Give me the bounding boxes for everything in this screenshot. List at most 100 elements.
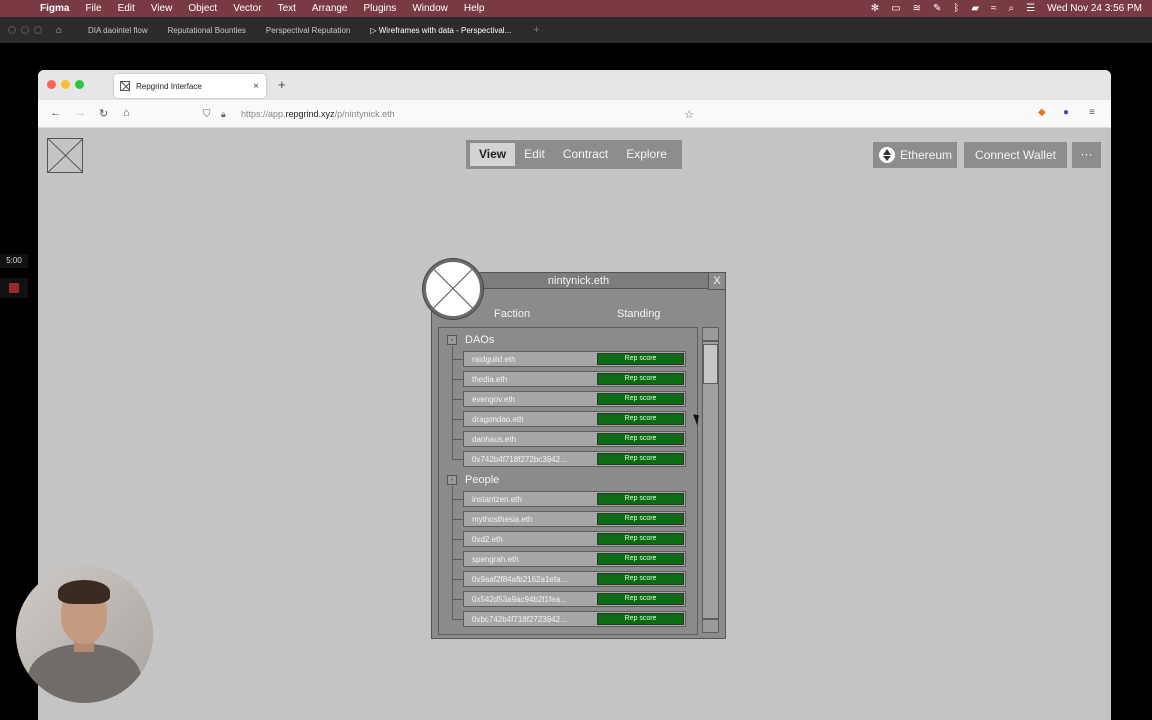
avatar-placeholder-icon[interactable] xyxy=(423,259,483,319)
faction-name: instantzen.eth xyxy=(472,494,522,504)
nav-contract[interactable]: Contract xyxy=(554,143,617,166)
rep-score-button[interactable]: Rep score xyxy=(597,593,684,605)
figma-tab[interactable]: DIA daointel flow xyxy=(88,26,148,35)
nav-edit[interactable]: Edit xyxy=(515,143,554,166)
rep-score-button[interactable]: Rep score xyxy=(597,553,684,565)
list-item[interactable]: 0xbc742b4f718f2723942... Rep score xyxy=(453,611,686,627)
list-item[interactable]: 0x9aaf2f84afb2162a1efa... Rep score xyxy=(453,571,686,587)
list-item[interactable]: dragondao.eth Rep score xyxy=(453,411,686,427)
menu-object[interactable]: Object xyxy=(188,3,217,14)
browser-tab-title: Repgrind Interface xyxy=(136,81,202,91)
faction-list: - DAOs raidguild.eth Rep score thedia.et… xyxy=(438,327,698,635)
stack-icon[interactable]: ≋ xyxy=(913,3,921,14)
menu-text[interactable]: Text xyxy=(278,3,296,14)
clock[interactable]: Wed Nov 24 3:56 PM xyxy=(1047,3,1142,14)
minimize-window-button[interactable] xyxy=(61,80,70,89)
faction-name: thedia.eth xyxy=(472,374,508,384)
menu-edit[interactable]: Edit xyxy=(118,3,135,14)
menu-window[interactable]: Window xyxy=(412,3,448,14)
new-tab-button[interactable]: + xyxy=(278,77,286,92)
collapse-toggle[interactable]: - xyxy=(447,475,457,485)
standing-column-header: Standing xyxy=(617,308,661,320)
list-item[interactable]: mythosthesia.eth Rep score xyxy=(453,511,686,527)
list-item[interactable]: thedia.eth Rep score xyxy=(453,371,686,387)
rep-score-button[interactable]: Rep score xyxy=(597,373,684,385)
list-item[interactable]: instantzen.eth Rep score xyxy=(453,491,686,507)
group-label: People xyxy=(465,474,500,486)
rep-score-button[interactable]: Rep score xyxy=(597,493,684,505)
list-item[interactable]: 0x542d53a9ac94b2f1fea... Rep score xyxy=(453,591,686,607)
pen-icon[interactable]: ✎ xyxy=(933,3,941,14)
faction-column-header: Faction xyxy=(494,308,531,320)
menu-view[interactable]: View xyxy=(151,3,173,14)
nav-explore[interactable]: Explore xyxy=(617,143,676,166)
webcam-overlay xyxy=(16,566,153,703)
menu-arrange[interactable]: Arrange xyxy=(312,3,348,14)
list-item[interactable]: spengrah.eth Rep score xyxy=(453,551,686,567)
reload-icon[interactable]: ↻ xyxy=(99,107,108,120)
bluetooth-icon[interactable]: ᛒ xyxy=(953,3,959,14)
network-button[interactable]: Ethereum xyxy=(873,142,957,168)
shield-icon[interactable]: ⛉ xyxy=(203,109,213,120)
list-item[interactable]: 0xd2.eth Rep score xyxy=(453,531,686,547)
rep-score-button[interactable]: Rep score xyxy=(597,453,684,465)
more-options-button[interactable]: ··· xyxy=(1072,142,1101,168)
hamburger-menu-icon[interactable]: ≡ xyxy=(1089,107,1095,118)
rep-score-button[interactable]: Rep score xyxy=(597,533,684,545)
faction-name: mythosthesia.eth xyxy=(472,514,533,524)
bookmark-star-icon[interactable]: ☆ xyxy=(684,108,694,121)
home-icon[interactable]: ⌂ xyxy=(123,107,130,119)
figma-new-tab-button[interactable]: + xyxy=(533,24,539,36)
menu-help[interactable]: Help xyxy=(464,3,485,14)
control-center-icon[interactable]: ☰ xyxy=(1026,3,1035,14)
menu-plugins[interactable]: Plugins xyxy=(364,3,397,14)
address-bar[interactable]: ⛉ 🔒︎ https://app.repgrind.xyz/p/nintynic… xyxy=(200,103,700,125)
zoom-window-button[interactable] xyxy=(75,80,84,89)
list-item[interactable]: 0x742b4f718f272bc3942... Rep score xyxy=(453,451,686,467)
rep-score-button[interactable]: Rep score xyxy=(597,393,684,405)
metamask-icon[interactable]: ◆ xyxy=(1038,107,1046,118)
list-item[interactable]: daohaus.eth Rep score xyxy=(453,431,686,447)
screen-icon[interactable]: ▭ xyxy=(891,3,900,14)
extension-icon[interactable]: ● xyxy=(1063,107,1069,118)
forward-icon[interactable]: → xyxy=(75,107,86,119)
figma-tab-active[interactable]: ▷ Wireframes with data - Perspectival... xyxy=(370,26,511,35)
close-modal-button[interactable]: X xyxy=(708,273,725,290)
list-item[interactable]: raidguild.eth Rep score xyxy=(453,351,686,367)
list-scrollbar[interactable] xyxy=(702,327,719,635)
rep-score-button[interactable]: Rep score xyxy=(597,413,684,425)
rep-score-button[interactable]: Rep score xyxy=(597,353,684,365)
figma-tab[interactable]: Reputational Bounties xyxy=(168,26,246,35)
scroll-track[interactable] xyxy=(702,341,719,619)
scroll-down-button[interactable] xyxy=(702,619,719,633)
lock-icon[interactable]: 🔒︎ xyxy=(221,109,231,120)
menu-figma[interactable]: Figma xyxy=(40,3,69,14)
faction-name: 0x542d53a9ac94b2f1fea... xyxy=(472,594,567,604)
menu-vector[interactable]: Vector xyxy=(233,3,261,14)
list-item[interactable]: evengov.eth Rep score xyxy=(453,391,686,407)
scroll-thumb[interactable] xyxy=(703,344,718,384)
rep-score-button[interactable]: Rep score xyxy=(597,573,684,585)
close-window-button[interactable] xyxy=(47,80,56,89)
menu-file[interactable]: File xyxy=(85,3,101,14)
stop-recording-button[interactable] xyxy=(0,278,28,298)
collapse-toggle[interactable]: - xyxy=(447,335,457,345)
battery-icon[interactable]: ▰ xyxy=(971,3,979,14)
connect-wallet-button[interactable]: Connect Wallet xyxy=(964,142,1067,168)
figma-tab[interactable]: Perspectival Reputation xyxy=(266,26,351,35)
faction-name: spengrah.eth xyxy=(472,554,519,564)
rep-score-button[interactable]: Rep score xyxy=(597,513,684,525)
figma-tab-strip: ⌂ DIA daointel flow Reputational Bountie… xyxy=(0,17,1152,43)
nav-view[interactable]: View xyxy=(470,143,516,166)
gear-icon[interactable]: ✻ xyxy=(871,3,879,14)
home-icon[interactable]: ⌂ xyxy=(56,25,68,36)
placeholder-logo-icon[interactable] xyxy=(47,138,83,173)
browser-tab[interactable]: Repgrind Interface × xyxy=(114,74,266,98)
rep-score-button[interactable]: Rep score xyxy=(597,613,684,625)
search-icon[interactable]: ⌕ xyxy=(1009,3,1015,14)
rep-score-button[interactable]: Rep score xyxy=(597,433,684,445)
scroll-up-button[interactable] xyxy=(702,327,719,341)
wifi-icon[interactable]: ≈ xyxy=(991,3,997,14)
back-icon[interactable]: ← xyxy=(50,107,61,119)
close-tab-icon[interactable]: × xyxy=(253,81,259,92)
